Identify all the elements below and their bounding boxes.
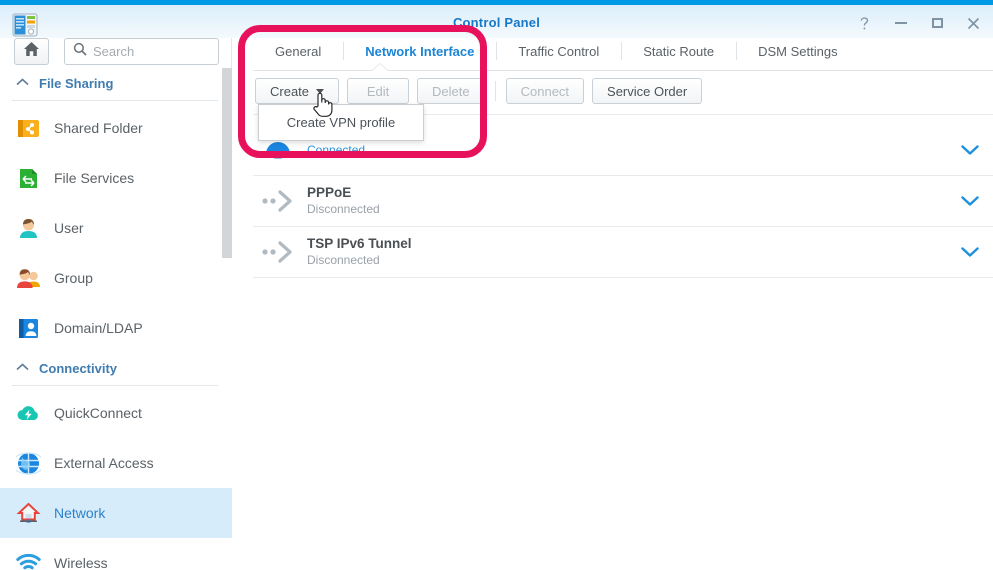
domain-ldap-icon — [16, 316, 41, 341]
maximize-button[interactable] — [927, 14, 947, 32]
delete-button[interactable]: Delete — [417, 78, 485, 104]
sidebar-item-file-services[interactable]: File Services — [0, 153, 232, 203]
tab-network-interface[interactable]: Network Interface — [343, 38, 496, 68]
create-button-label: Create — [270, 83, 310, 99]
toolbar-separator — [494, 81, 496, 101]
chevron-up-icon — [16, 77, 29, 89]
search-icon — [73, 42, 87, 61]
tab-label: General — [275, 44, 322, 59]
sidebar: File Sharing Shared Folder File Services… — [0, 68, 232, 570]
network-interface-list: Connected PPPoE Disconnected TSP IPv6 Tu… — [253, 125, 993, 278]
chevron-down-icon — [316, 88, 325, 94]
sidebar-item-label: File Services — [54, 170, 135, 186]
interface-status: Disconnected — [307, 202, 380, 216]
sidebar-separator — [12, 385, 218, 386]
window-titlebar[interactable]: Control Panel — [0, 5, 993, 38]
menu-item-create-vpn-profile[interactable]: Create VPN profile — [259, 105, 423, 140]
menu-item-label: Create VPN profile — [286, 115, 396, 130]
sidebar-item-label: External Access — [54, 455, 154, 471]
sidebar-group-label: File Sharing — [39, 75, 114, 91]
connect-button-label: Connect — [520, 83, 570, 99]
chevron-down-icon[interactable] — [947, 144, 993, 156]
interface-info: Connected — [303, 142, 947, 159]
sidebar-item-label: User — [54, 220, 84, 236]
close-button[interactable] — [963, 14, 983, 32]
group-icon — [16, 266, 41, 291]
external-access-icon — [11, 451, 46, 476]
wireless-icon — [16, 551, 41, 570]
sidebar-item-label: QuickConnect — [54, 405, 142, 421]
search-input[interactable]: Search — [64, 38, 219, 65]
action-toolbar: Create Edit Delete Connect Service Order — [255, 78, 703, 104]
sidebar-item-label: Network — [54, 505, 106, 521]
sidebar-item-label: Wireless — [54, 555, 108, 570]
quickconnect-icon — [16, 401, 41, 426]
sidebar-item-quickconnect[interactable]: QuickConnect — [0, 388, 232, 438]
interface-name: PPPoE — [307, 185, 352, 200]
tab-label: Static Route — [643, 44, 715, 59]
sidebar-item-user[interactable]: User — [0, 203, 232, 253]
shared-folder-icon — [16, 116, 41, 141]
connect-button[interactable]: Connect — [505, 78, 585, 104]
tab-general[interactable]: General — [253, 38, 343, 68]
chevron-down-icon[interactable] — [947, 195, 993, 207]
table-row[interactable]: TSP IPv6 Tunnel Disconnected — [253, 227, 993, 278]
window-controls — [855, 14, 983, 32]
table-row[interactable]: PPPoE Disconnected — [253, 176, 993, 227]
service-order-button-label: Service Order — [607, 83, 688, 99]
sidebar-separator — [12, 100, 218, 101]
home-button[interactable] — [14, 38, 49, 65]
sidebar-item-external-access[interactable]: External Access — [0, 438, 232, 488]
service-order-button[interactable]: Service Order — [592, 78, 703, 104]
file-services-icon — [16, 166, 41, 191]
interface-status: Disconnected — [307, 253, 380, 267]
sidebar-item-label: Shared Folder — [54, 120, 143, 136]
edit-button-label: Edit — [366, 83, 390, 99]
tab-bar: General Network Interface Traffic Contro… — [233, 38, 993, 70]
sidebar-scrollbar-thumb[interactable] — [222, 68, 232, 258]
sidebar-item-group[interactable]: Group — [0, 253, 232, 303]
sidebar-group-label: Connectivity — [39, 360, 118, 376]
search-placeholder: Search — [93, 44, 135, 59]
tunnel-icon — [253, 176, 303, 226]
sidebar-item-network[interactable]: Network — [0, 488, 232, 538]
delete-button-label: Delete — [432, 83, 470, 99]
chevron-up-icon — [16, 362, 29, 374]
user-icon — [16, 216, 41, 241]
sidebar-item-domain-ldap[interactable]: Domain/LDAP — [0, 303, 232, 353]
interface-name: TSP IPv6 Tunnel — [307, 236, 412, 251]
edit-button[interactable]: Edit — [347, 78, 410, 104]
sidebar-group-connectivity[interactable]: Connectivity — [0, 353, 232, 383]
create-button[interactable]: Create — [255, 78, 340, 104]
sidebar-item-shared-folder[interactable]: Shared Folder — [0, 103, 232, 153]
sidebar-item-label: Domain/LDAP — [54, 320, 143, 336]
tab-label: Traffic Control — [518, 44, 600, 59]
active-tab-pointer — [372, 64, 388, 71]
create-dropdown-menu: Create VPN profile — [258, 104, 424, 141]
interface-info: PPPoE Disconnected — [303, 184, 947, 218]
sidebar-item-label: Group — [54, 270, 93, 286]
chevron-down-icon[interactable] — [947, 246, 993, 258]
tab-underline — [253, 70, 993, 71]
home-icon — [23, 41, 40, 62]
interface-status: Connected — [307, 142, 366, 157]
tab-label: DSM Settings — [758, 44, 838, 59]
control-panel-window: Control Panel Search File Sharing Shared… — [0, 0, 993, 570]
interface-info: TSP IPv6 Tunnel Disconnected — [303, 235, 947, 269]
left-toolbar: Search — [0, 38, 232, 66]
tab-label: Network Interface — [365, 44, 475, 59]
help-button[interactable] — [855, 14, 875, 32]
tab-dsm-settings[interactable]: DSM Settings — [736, 38, 859, 68]
tab-traffic-control[interactable]: Traffic Control — [496, 38, 621, 68]
window-title: Control Panel — [452, 15, 541, 30]
tab-static-route[interactable]: Static Route — [621, 38, 736, 68]
sidebar-item-wireless[interactable]: Wireless — [0, 538, 232, 570]
minimize-button[interactable] — [891, 14, 911, 32]
tunnel-icon — [253, 227, 303, 277]
network-icon — [16, 501, 41, 526]
sidebar-group-file-sharing[interactable]: File Sharing — [0, 68, 232, 98]
